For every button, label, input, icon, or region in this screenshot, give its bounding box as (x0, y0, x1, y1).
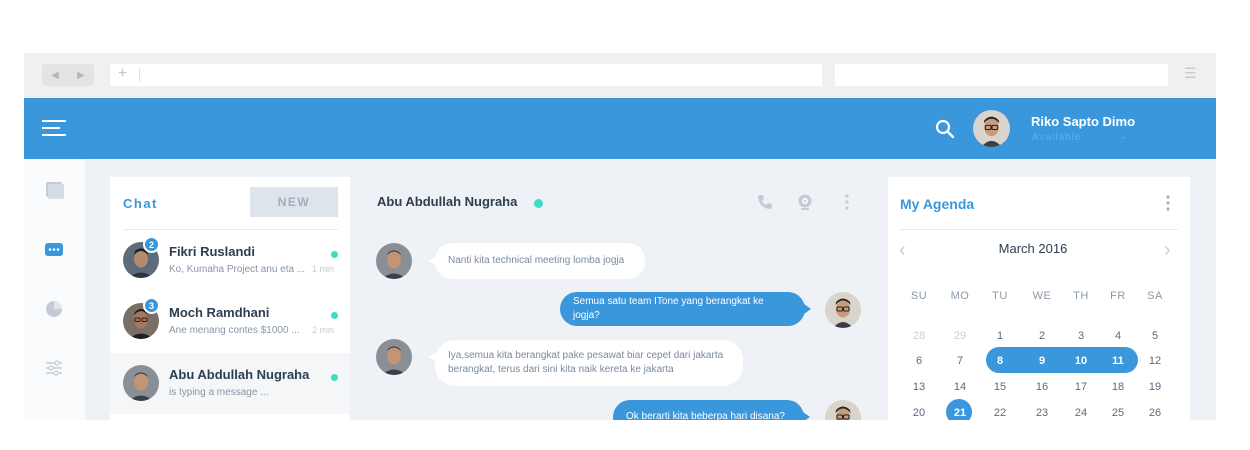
bubble-tail (804, 304, 811, 314)
unread-count-badge: 2 (143, 236, 160, 253)
calendar-day[interactable]: 26 (1140, 407, 1170, 419)
user-status[interactable]: Available (1032, 132, 1081, 143)
new-tab-plus-icon[interactable]: + (118, 65, 127, 83)
weekday-label: WE (1032, 290, 1052, 302)
online-status-dot (534, 199, 543, 208)
agenda-title: My Agenda (900, 196, 975, 212)
weekday-label: SU (910, 290, 928, 302)
chevron-right-icon[interactable]: › (1164, 239, 1171, 262)
app-header: Riko Sapto Dimo Available ⌄ (24, 98, 1216, 159)
chat-list-item[interactable]: 2 Fikri Ruslandi Ko, Kumaha Project anu … (110, 230, 350, 291)
user-avatar[interactable] (973, 110, 1010, 147)
calendar-day[interactable]: 23 (1027, 407, 1057, 419)
icon-sidebar (24, 159, 85, 420)
kebab-menu-icon[interactable] (838, 193, 856, 211)
calendar-day[interactable]: 20 (904, 407, 934, 419)
calendar-day[interactable]: 6 (904, 355, 934, 367)
calendar-day[interactable]: 4 (1103, 330, 1133, 342)
online-status-dot (331, 251, 338, 258)
calendar-day[interactable]: 3 (1066, 330, 1096, 342)
hamburger-menu-icon[interactable] (42, 120, 66, 138)
browser-nav-buttons: ◀ ▶ (42, 64, 94, 86)
own-avatar (825, 400, 861, 420)
calendar-day[interactable]: 7 (945, 355, 975, 367)
calendar-day[interactable]: 2 (1027, 330, 1057, 342)
message-time: 2 min (312, 325, 335, 335)
forward-arrow-icon[interactable]: ▶ (77, 70, 85, 81)
weekday-label: MO (950, 290, 970, 302)
chat-list-item[interactable]: 3 Moch Ramdhani Ane menang contes $1000 … (110, 291, 350, 352)
browser-menu-icon[interactable]: ☰ (1184, 65, 1197, 82)
incoming-message-bubble: Iya,semua kita berangkat pake pesawat bi… (435, 340, 743, 386)
calendar-day[interactable]: 11 (1103, 355, 1133, 367)
calendar-day[interactable]: 8 (985, 355, 1015, 367)
calendar-day[interactable]: 25 (1103, 407, 1133, 419)
message-preview: Ane menang contes $1000 ... (169, 325, 300, 336)
new-chat-button[interactable]: NEW (250, 187, 338, 217)
contact-avatar (123, 365, 159, 401)
address-bar[interactable]: + (110, 64, 822, 86)
conversation-contact-name: Abu Abdullah Nugraha (377, 194, 518, 209)
calendar-day[interactable]: 9 (1027, 355, 1057, 367)
chat-panel-title: Chat (123, 196, 158, 211)
browser-toolbar: ◀ ▶ + ☰ (24, 53, 1216, 98)
calendar-day[interactable]: 18 (1103, 381, 1133, 393)
online-status-dot (331, 374, 338, 381)
outgoing-message-bubble: Semua satu team ITone yang berangkat ke … (560, 292, 805, 326)
calendar-month-label: March 2016 (998, 241, 1068, 256)
calendar-day[interactable]: 24 (1066, 407, 1096, 419)
sender-avatar (376, 243, 412, 279)
sender-avatar (376, 339, 412, 375)
calendar-day[interactable]: 16 (1027, 381, 1057, 393)
screenshot-stage: ◀ ▶ + ☰ Riko Sapto Dimo Available ⌄ Chat… (0, 0, 1250, 450)
chat-list-panel: Chat NEW 2 Fikri Ruslandi Ko, Kumaha Pro… (110, 177, 350, 420)
calendar-day[interactable]: 15 (985, 381, 1015, 393)
calendar-day[interactable]: 5 (1140, 330, 1170, 342)
webcam-icon[interactable] (796, 193, 814, 211)
calendar-day[interactable]: 1 (985, 330, 1015, 342)
browser-search-bar[interactable] (835, 64, 1168, 86)
typing-indicator: is typing a message ... (169, 387, 269, 398)
address-bar-divider (139, 68, 140, 82)
agenda-header-divider (900, 229, 1178, 230)
calendar-day[interactable]: 13 (904, 381, 934, 393)
calendar-day[interactable]: 19 (1140, 381, 1170, 393)
phone-icon[interactable] (756, 193, 774, 211)
browser-window: ◀ ▶ + ☰ Riko Sapto Dimo Available ⌄ Chat… (24, 53, 1216, 420)
search-icon[interactable] (935, 119, 955, 139)
own-avatar (825, 292, 861, 328)
back-arrow-icon[interactable]: ◀ (51, 70, 59, 81)
unread-count-badge: 3 (143, 297, 160, 314)
contact-name: Abu Abdullah Nugraha (169, 367, 310, 382)
sliders-icon[interactable] (43, 357, 65, 379)
calendar-day[interactable]: 10 (1066, 355, 1096, 367)
outgoing-message-bubble: Ok berarti kita beberpa hari disana? (613, 400, 804, 420)
calendar-day[interactable]: 17 (1066, 381, 1096, 393)
incoming-message-bubble: Nanti kita technical meeting lomba jogja (435, 243, 645, 279)
kebab-menu-icon[interactable] (1164, 194, 1172, 212)
user-name[interactable]: Riko Sapto Dimo (1031, 114, 1135, 129)
message-time: 1 min (312, 264, 335, 274)
weekday-label: TH (1073, 290, 1089, 302)
bubble-tail (803, 412, 810, 420)
calendar-day[interactable]: 22 (985, 407, 1015, 419)
inbox-icon[interactable] (43, 179, 65, 201)
pie-chart-icon[interactable] (43, 297, 65, 319)
agenda-panel: My Agenda ‹ March 2016 › SU MO TU WE TH FR SA 2… (888, 177, 1190, 420)
calendar-day[interactable]: 14 (945, 381, 975, 393)
chevron-down-icon[interactable]: ⌄ (1119, 131, 1127, 142)
contact-name: Moch Ramdhani (169, 305, 270, 320)
online-status-dot (331, 312, 338, 319)
weekday-label: TU (992, 290, 1008, 302)
contact-name: Fikri Ruslandi (169, 244, 255, 259)
weekday-label: SA (1147, 290, 1163, 302)
calendar-day[interactable]: 28 (904, 330, 934, 342)
chat-list-item[interactable]: Abu Abdullah Nugraha is typing a message… (110, 353, 350, 414)
weekday-label: FR (1110, 290, 1126, 302)
calendar-day[interactable]: 29 (945, 330, 975, 342)
calendar-day[interactable]: 12 (1140, 355, 1170, 367)
message-preview: Ko, Kumaha Project anu eta ... (169, 264, 306, 275)
calendar-day[interactable]: 21 (945, 407, 975, 419)
chat-bubble-icon[interactable] (43, 239, 65, 261)
